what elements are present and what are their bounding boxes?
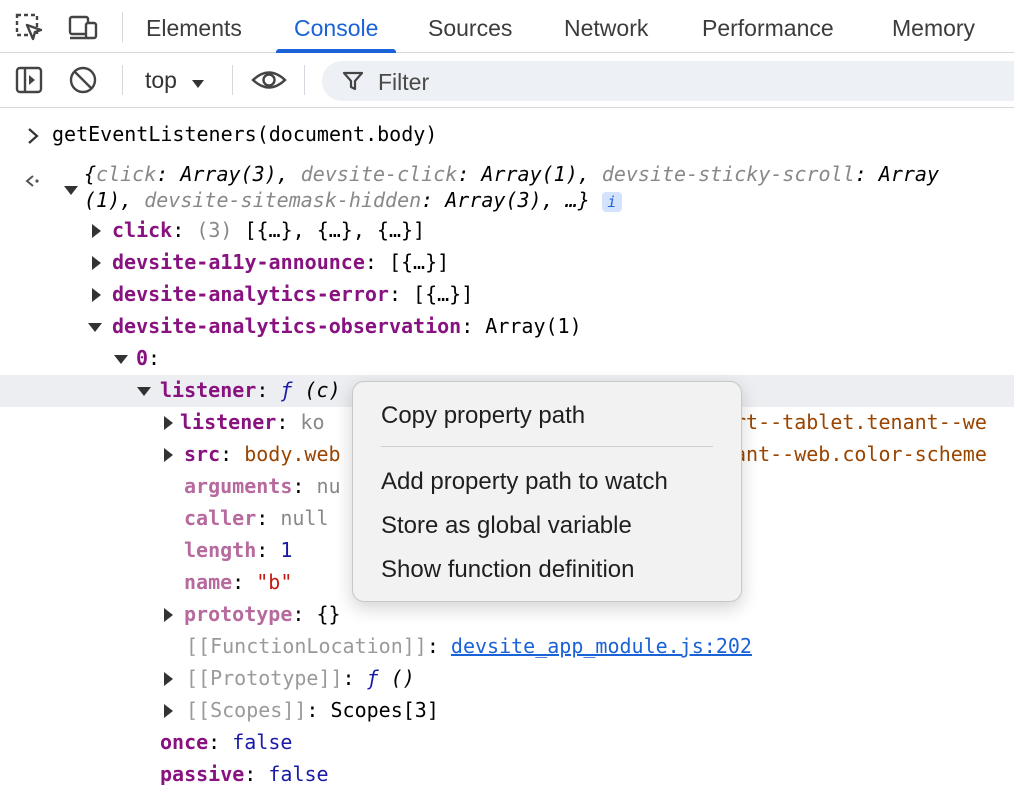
property-row[interactable]: [[Prototype]]: ƒ (): [186, 664, 415, 692]
property-row[interactable]: devsite-a11y-announce: [{…}]: [112, 248, 449, 276]
property-row: name: "b": [184, 570, 293, 594]
device-toolbar-icon[interactable]: [66, 10, 100, 44]
property-row[interactable]: devsite-analytics-observation: Array(1): [112, 312, 582, 340]
tabbar-divider: [122, 12, 123, 42]
collapse-triangle-icon[interactable]: [114, 355, 128, 364]
property-row[interactable]: devsite-analytics-error: [{…}]: [112, 280, 473, 308]
property-value-overflow: rt--tablet.tenant--we: [734, 410, 987, 434]
context-menu: Copy property path Add property path to …: [352, 381, 742, 602]
menu-separator: [381, 446, 713, 447]
console-command: getEventListeners(document.body): [52, 122, 438, 146]
expand-triangle-icon[interactable]: [92, 256, 101, 270]
property-row: [[FunctionLocation]]: devsite_app_module…: [186, 634, 752, 658]
result-arrow-icon: [24, 170, 42, 194]
clear-console-icon[interactable]: [66, 63, 100, 97]
devtools-tab-bar: Elements Console Sources Network Perform…: [0, 0, 1014, 53]
tab-memory[interactable]: Memory: [892, 0, 975, 52]
property-row[interactable]: prototype: {}: [184, 600, 341, 628]
expand-triangle-icon[interactable]: [164, 448, 173, 462]
tab-network[interactable]: Network: [564, 0, 648, 52]
menu-item-store-global-variable[interactable]: Store as global variable: [381, 512, 632, 540]
property-row[interactable]: 0:: [136, 344, 160, 372]
property-row[interactable]: click: (3) [{…}, {…}, {…}]: [112, 216, 425, 244]
menu-item-copy-property-path[interactable]: Copy property path: [381, 402, 585, 430]
command-prompt-icon: [26, 126, 40, 150]
sidebar-toggle-icon[interactable]: [12, 63, 46, 97]
toolbar-divider: [304, 65, 305, 95]
expand-triangle-icon[interactable]: [92, 288, 101, 302]
expand-triangle-icon[interactable]: [164, 704, 173, 718]
property-row: caller: null: [184, 506, 329, 530]
filter-funnel-icon: [342, 70, 364, 97]
property-row[interactable]: src: body.web: [184, 440, 341, 468]
menu-item-add-to-watch[interactable]: Add property path to watch: [381, 468, 668, 496]
collapse-triangle-icon[interactable]: [88, 323, 102, 332]
property-value-overflow: ant--web.color-scheme: [734, 442, 987, 466]
expand-triangle-icon[interactable]: [164, 672, 173, 686]
tab-performance[interactable]: Performance: [702, 0, 834, 52]
collapse-triangle-icon[interactable]: [137, 387, 151, 396]
tab-sources[interactable]: Sources: [428, 0, 512, 52]
live-expression-eye-icon[interactable]: [250, 63, 288, 97]
context-selector[interactable]: top: [145, 67, 205, 95]
property-row[interactable]: listener: ko: [180, 408, 325, 436]
expand-triangle-icon[interactable]: [164, 416, 173, 430]
expand-triangle-icon[interactable]: [64, 186, 78, 195]
menu-item-show-function-definition[interactable]: Show function definition: [381, 556, 635, 584]
chevron-down-icon: [191, 68, 205, 95]
filter-placeholder: Filter: [378, 69, 430, 95]
toolbar-divider: [232, 65, 233, 95]
context-selector-label: top: [145, 67, 177, 93]
result-summary-line: (1), devsite-sitemask-hidden: Array(3), …: [84, 186, 622, 214]
source-link[interactable]: devsite_app_module.js:202: [451, 634, 752, 658]
tab-console[interactable]: Console: [275, 0, 397, 53]
property-row: once: false: [160, 730, 293, 754]
property-row: length: 1: [184, 538, 293, 562]
expand-triangle-icon[interactable]: [92, 224, 101, 238]
tab-elements[interactable]: Elements: [146, 0, 242, 52]
property-row[interactable]: listener: ƒ (c): [160, 376, 341, 404]
property-row: arguments: nu: [184, 474, 341, 498]
info-badge[interactable]: i: [601, 191, 622, 212]
console-toolbar: top Filter: [0, 53, 1014, 108]
result-summary-line: {click: Array(3), devsite-click: Array(1…: [84, 162, 939, 186]
inspect-element-icon[interactable]: [12, 10, 46, 44]
property-row: passive: false: [160, 762, 329, 786]
property-row[interactable]: [[Scopes]]: Scopes[3]: [186, 696, 439, 724]
filter-input[interactable]: Filter: [322, 61, 1014, 101]
expand-triangle-icon[interactable]: [164, 608, 173, 622]
toolbar-divider: [122, 65, 123, 95]
